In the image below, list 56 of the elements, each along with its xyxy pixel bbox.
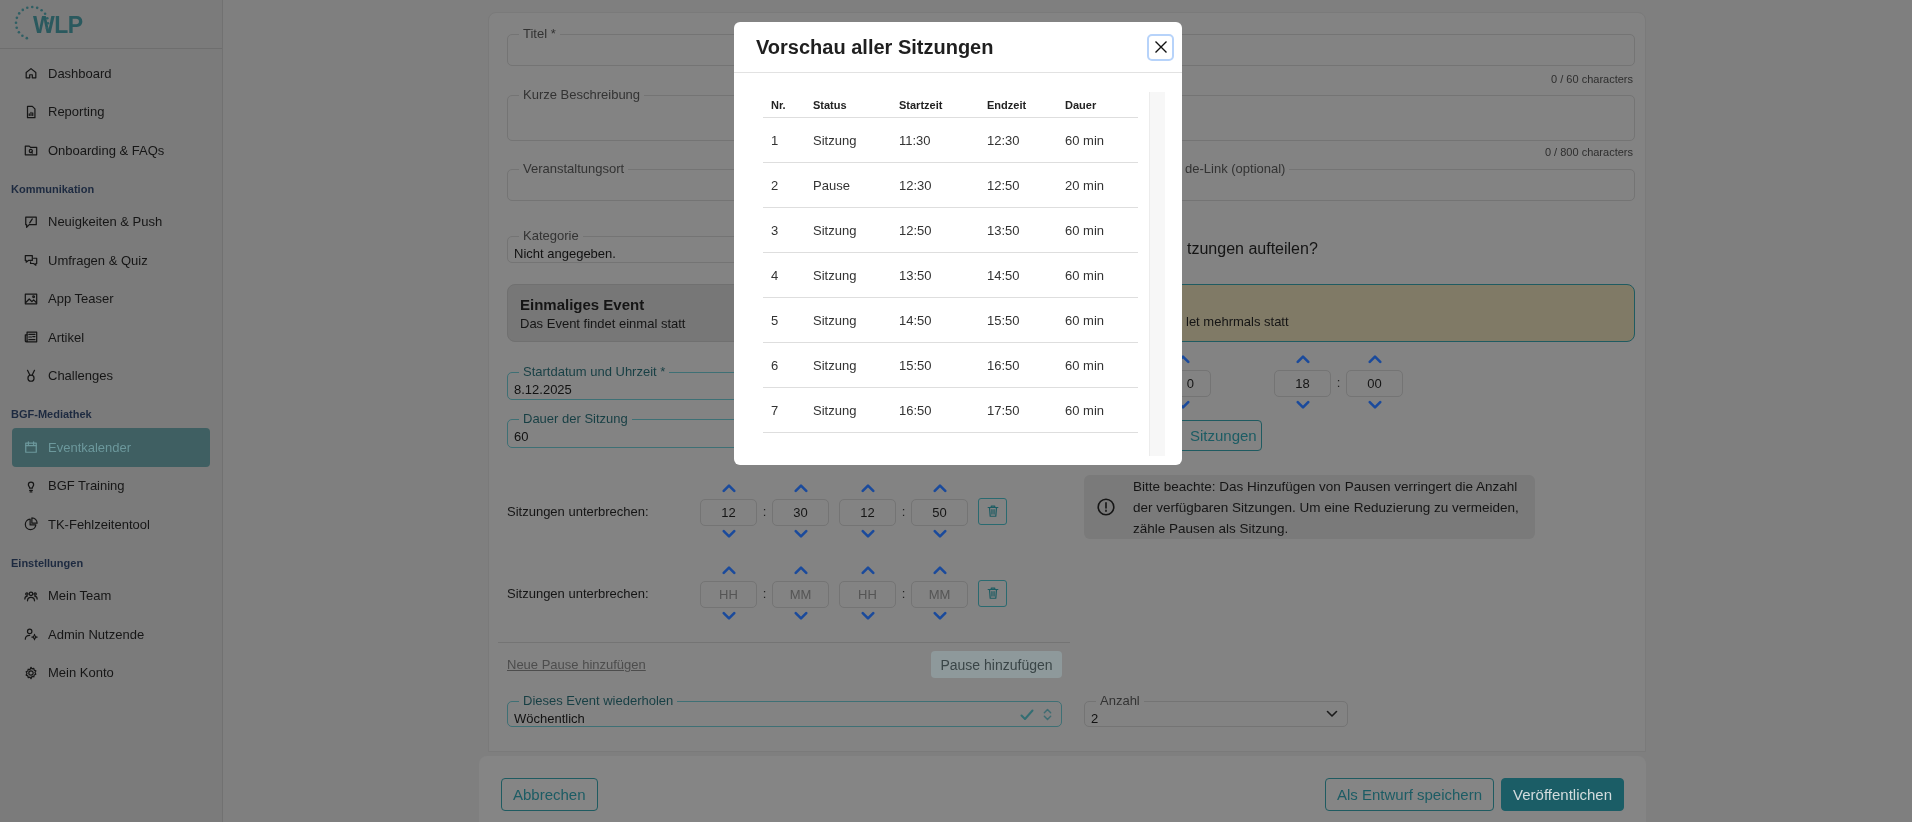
- table-cell: 4: [763, 252, 805, 298]
- table-cell: 1: [763, 117, 805, 163]
- table-cell: 3: [763, 207, 805, 253]
- table-cell: 12:50: [979, 162, 1057, 208]
- table-cell: Sitzung: [805, 252, 891, 298]
- table-cell: 60 min: [1057, 387, 1138, 433]
- table-cell: 60 min: [1057, 297, 1138, 343]
- table-cell: Sitzung: [805, 342, 891, 388]
- table-cell: 60 min: [1057, 252, 1138, 298]
- table-cell: 16:50: [891, 387, 979, 433]
- table-cell: 11:30: [891, 117, 979, 163]
- logo-text: WLP: [33, 11, 83, 39]
- table-cell: 14:50: [891, 297, 979, 343]
- character-counter: 0 / 800 characters: [1544, 145, 1633, 159]
- table-cell: 14:50: [979, 252, 1057, 298]
- question-text: tzungen aufteilen?: [1187, 239, 1318, 258]
- time-separator: :: [1335, 374, 1342, 390]
- break-label: Sitzungen unterbrechen:: [507, 585, 650, 601]
- section-heading: BGF-Mediathek: [10, 407, 93, 422]
- column-header: Status: [805, 92, 891, 118]
- character-counter: 0 / 60 characters: [1551, 72, 1633, 86]
- table-cell: Sitzung: [805, 387, 891, 433]
- table-cell: 15:50: [979, 297, 1057, 343]
- table-cell: 12:30: [891, 162, 979, 208]
- table-cell: 60 min: [1057, 342, 1138, 388]
- column-header: Nr.: [763, 92, 805, 118]
- column-header: Endzeit: [979, 92, 1057, 118]
- note-text: Bitte beachte: Das Hinzufügen von Pausen verringert die Anzahl der verfügbaren Sitzungen. Um eine Reduzierung zu vermeiden, zähle Pausen als Sitzung.: [1133, 477, 1520, 538]
- table-cell: Sitzung: [805, 297, 891, 343]
- table-cell: 16:50: [979, 342, 1057, 388]
- table-cell: 15:50: [891, 342, 979, 388]
- table-cell: 5: [763, 297, 805, 343]
- table-cell: 60 min: [1057, 117, 1138, 163]
- column-header: Startzeit: [891, 92, 979, 118]
- table-cell: 7: [763, 387, 805, 433]
- table-cell: 12:50: [891, 207, 979, 253]
- table-cell: 17:50: [979, 387, 1057, 433]
- section-heading: Kommunikation: [10, 181, 96, 197]
- table-cell: 13:50: [979, 207, 1057, 253]
- time-separator: :: [761, 503, 768, 519]
- table-cell: Sitzung: [805, 117, 891, 163]
- table-cell: 20 min: [1057, 162, 1138, 208]
- table-cell: 13:50: [891, 252, 979, 298]
- table-cell: 6: [763, 342, 805, 388]
- table-cell: Sitzung: [805, 207, 891, 253]
- table-cell: 12:30: [979, 117, 1057, 163]
- table-cell: 60 min: [1057, 207, 1138, 253]
- table-cell: 2: [763, 162, 805, 208]
- time-separator: :: [761, 585, 768, 601]
- column-header: Dauer: [1057, 92, 1138, 118]
- section-heading: Einstellungen: [10, 555, 85, 571]
- table-cell: Pause: [805, 162, 891, 208]
- break-label: Sitzungen unterbrechen:: [507, 503, 650, 519]
- time-separator: :: [900, 585, 907, 601]
- time-separator: :: [900, 503, 907, 519]
- modal-title: Vorschau aller Sitzungen: [756, 35, 994, 59]
